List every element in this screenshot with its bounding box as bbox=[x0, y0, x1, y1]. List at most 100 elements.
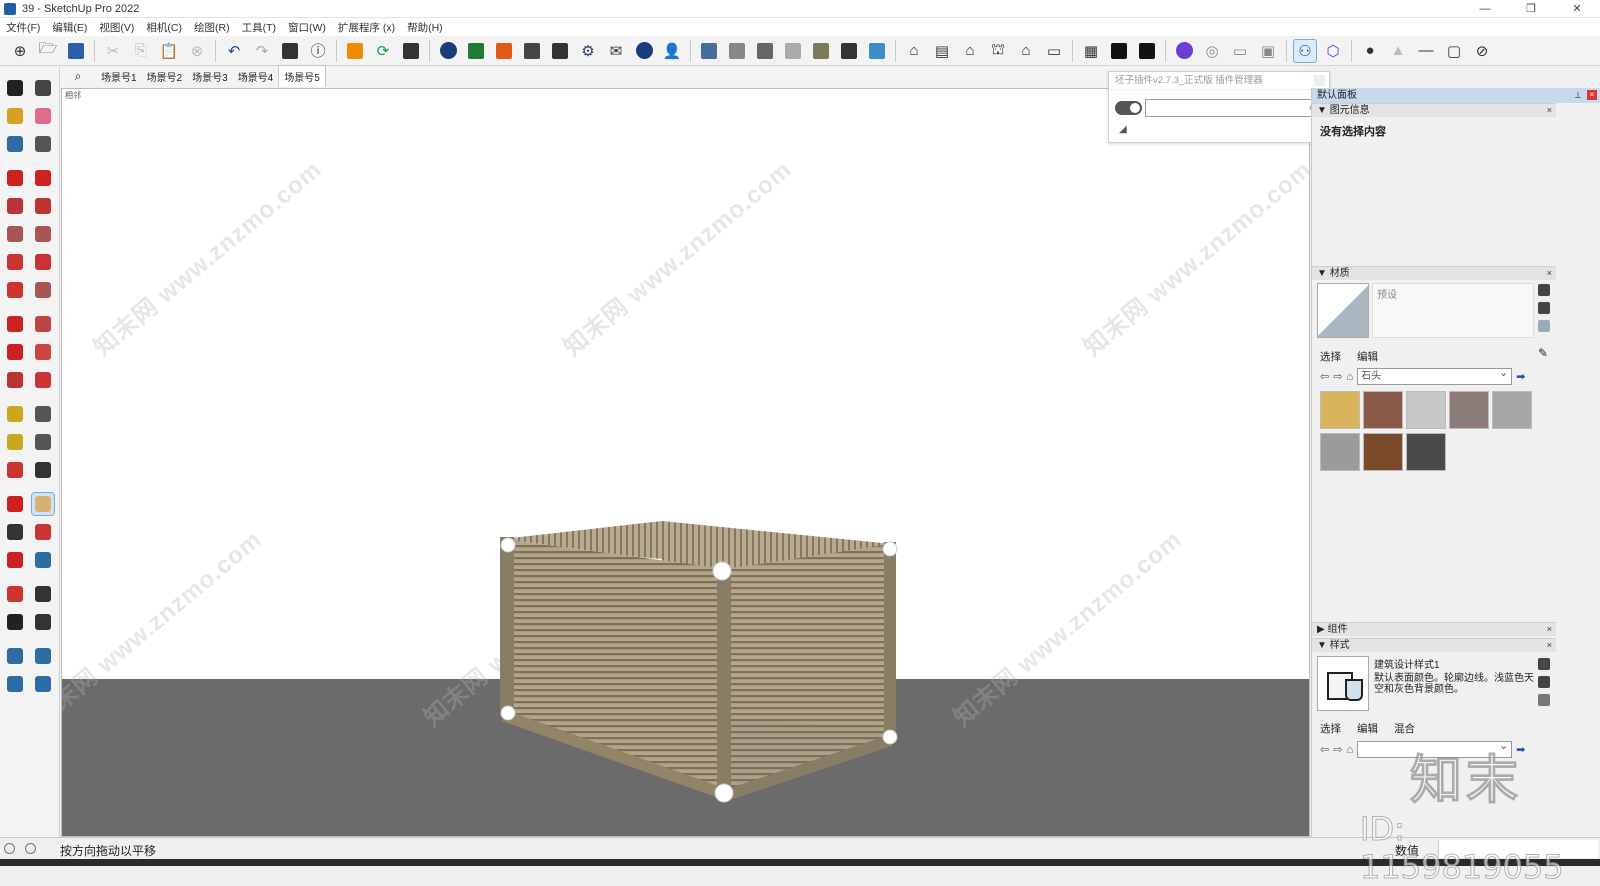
video-camera-icon[interactable]: ▭ bbox=[1228, 39, 1252, 63]
square-icon[interactable]: ▢ bbox=[1442, 39, 1466, 63]
user-icon[interactable]: 👤 bbox=[660, 39, 684, 63]
scene-tab-2[interactable]: 场景号2 bbox=[142, 66, 188, 87]
dimension-icon[interactable] bbox=[32, 403, 54, 425]
tab-mix[interactable]: 混合 bbox=[1394, 721, 1415, 736]
light-icon[interactable]: ▲ bbox=[1386, 39, 1410, 63]
add-circle-icon[interactable] bbox=[436, 39, 460, 63]
select-arrow-icon[interactable] bbox=[4, 77, 26, 99]
menu-view[interactable]: 视图(V) bbox=[93, 20, 140, 35]
axes-icon[interactable] bbox=[4, 459, 26, 481]
box-outline-icon[interactable] bbox=[725, 39, 749, 63]
front-view-icon[interactable]: ⌂ bbox=[958, 39, 982, 63]
material-swatch[interactable] bbox=[1449, 391, 1489, 429]
forward-arrow-icon[interactable]: ⇨ bbox=[1333, 370, 1342, 383]
open-folder-icon[interactable]: 🗁 bbox=[36, 39, 60, 63]
section-plane-icon[interactable] bbox=[32, 611, 54, 633]
woven-stool-model[interactable] bbox=[62, 89, 1310, 837]
zoom-icon[interactable] bbox=[4, 521, 26, 543]
eraser-icon[interactable] bbox=[32, 105, 54, 127]
photo-camera-icon[interactable]: ▣ bbox=[1256, 39, 1280, 63]
orbit-icon[interactable] bbox=[4, 493, 26, 515]
menu-tools[interactable]: 工具(T) bbox=[236, 20, 282, 35]
sandbox-from-scratch-icon[interactable] bbox=[32, 645, 54, 667]
scale-icon[interactable] bbox=[4, 369, 26, 391]
three-point-arc-icon[interactable] bbox=[4, 279, 26, 301]
menu-file[interactable]: 文件(F) bbox=[0, 20, 46, 35]
cloud-upload-icon[interactable] bbox=[548, 39, 572, 63]
zoom-window-icon[interactable] bbox=[32, 521, 54, 543]
close-icon[interactable]: × bbox=[1547, 639, 1552, 652]
model-info-icon[interactable]: ⓘ bbox=[306, 39, 330, 63]
pan-hand-icon[interactable] bbox=[31, 492, 55, 516]
menu-extensions[interactable]: 扩展程序 (x) bbox=[332, 20, 401, 35]
sphere-icon[interactable]: ● bbox=[1358, 39, 1382, 63]
material-swatch[interactable] bbox=[1406, 433, 1446, 471]
close-icon[interactable]: × bbox=[1547, 623, 1552, 636]
entity-info-header[interactable]: ▼ 图元信息 × bbox=[1312, 103, 1556, 117]
save-style-icon[interactable] bbox=[1538, 658, 1550, 670]
save-icon[interactable] bbox=[64, 39, 88, 63]
redo-icon[interactable]: ↷ bbox=[250, 39, 274, 63]
component-icon[interactable] bbox=[32, 77, 54, 99]
arc-icon[interactable] bbox=[4, 251, 26, 273]
scene-tab-3[interactable]: 场景号3 bbox=[187, 66, 233, 87]
undo-icon[interactable]: ↶ bbox=[222, 39, 246, 63]
details-arrow-icon[interactable]: ➡ bbox=[1516, 370, 1525, 383]
circle-icon[interactable] bbox=[4, 223, 26, 245]
move-icon[interactable] bbox=[4, 313, 26, 335]
text-icon[interactable] bbox=[32, 431, 54, 453]
pen-icon[interactable]: ◢ bbox=[1119, 124, 1127, 135]
components-header[interactable]: ▶ 组件 × bbox=[1312, 622, 1556, 636]
materials-header[interactable]: ▼ 材质 × bbox=[1312, 266, 1556, 280]
paint-bucket-icon[interactable] bbox=[4, 105, 26, 127]
close-icon[interactable]: × bbox=[1547, 104, 1552, 117]
info-circle-icon[interactable] bbox=[632, 39, 656, 63]
walk-icon[interactable] bbox=[4, 611, 26, 633]
new-file-icon[interactable]: ⊕ bbox=[8, 39, 32, 63]
erase-icon[interactable]: ⊗ bbox=[185, 39, 209, 63]
material-name-field[interactable]: 预设 bbox=[1372, 283, 1534, 338]
rotated-rectangle-icon[interactable] bbox=[32, 195, 54, 217]
mail-icon[interactable]: ✉ bbox=[604, 39, 628, 63]
material-swatch[interactable] bbox=[1363, 391, 1403, 429]
sun-icon[interactable] bbox=[492, 39, 516, 63]
rectangle-icon[interactable] bbox=[4, 195, 26, 217]
wireframe-icon[interactable] bbox=[781, 39, 805, 63]
previous-view-icon[interactable] bbox=[32, 549, 54, 571]
camera-target-icon[interactable]: ◎ bbox=[1200, 39, 1224, 63]
plugin-close-button[interactable] bbox=[1314, 75, 1325, 86]
cut-icon[interactable]: ✂ bbox=[101, 39, 125, 63]
plugin-toggle[interactable] bbox=[1115, 101, 1142, 115]
scene-tab-5[interactable]: 场景号5 bbox=[278, 65, 326, 87]
eyedropper-icon[interactable]: ✎ bbox=[1538, 346, 1548, 360]
scene-tab-4[interactable]: 场景号4 bbox=[233, 66, 279, 87]
back-view-icon[interactable]: ⌂ bbox=[1014, 39, 1038, 63]
tag-icon[interactable] bbox=[32, 133, 54, 155]
update-style-icon[interactable] bbox=[1538, 694, 1550, 706]
freehand-icon[interactable] bbox=[32, 167, 54, 189]
sandbox-from-contours-icon[interactable] bbox=[4, 645, 26, 667]
box-icon[interactable] bbox=[697, 39, 721, 63]
material-library-select[interactable]: 石头 bbox=[1357, 366, 1513, 385]
material-swatch[interactable] bbox=[1406, 391, 1446, 429]
tab-edit[interactable]: 编辑 bbox=[1357, 349, 1378, 364]
scene-tab-1[interactable]: 场景号1 bbox=[96, 66, 142, 87]
polygon-icon[interactable] bbox=[32, 223, 54, 245]
geo-location-icon[interactable] bbox=[4, 843, 15, 854]
save-material-icon[interactable] bbox=[1538, 284, 1550, 296]
shader-icon[interactable]: ⬡ bbox=[1321, 39, 1345, 63]
close-button[interactable]: ✕ bbox=[1554, 0, 1600, 18]
tree-icon[interactable] bbox=[464, 39, 488, 63]
table-icon[interactable]: ▦ bbox=[1079, 39, 1103, 63]
left-view-icon[interactable]: ▭ bbox=[1042, 39, 1066, 63]
material-swatch[interactable] bbox=[1363, 433, 1403, 471]
smoove-icon[interactable] bbox=[4, 673, 26, 695]
pie-icon[interactable] bbox=[32, 279, 54, 301]
plugin-model-icon[interactable] bbox=[1135, 39, 1159, 63]
profile-builder-icon[interactable] bbox=[1172, 39, 1196, 63]
back-arrow-icon[interactable]: ⇦ bbox=[1320, 743, 1329, 756]
minimize-button[interactable]: — bbox=[1462, 0, 1508, 18]
tab-select[interactable]: 选择 bbox=[1320, 721, 1341, 736]
plugin-manager-icon[interactable] bbox=[343, 39, 367, 63]
copy-icon[interactable]: ⎘ bbox=[129, 39, 153, 63]
